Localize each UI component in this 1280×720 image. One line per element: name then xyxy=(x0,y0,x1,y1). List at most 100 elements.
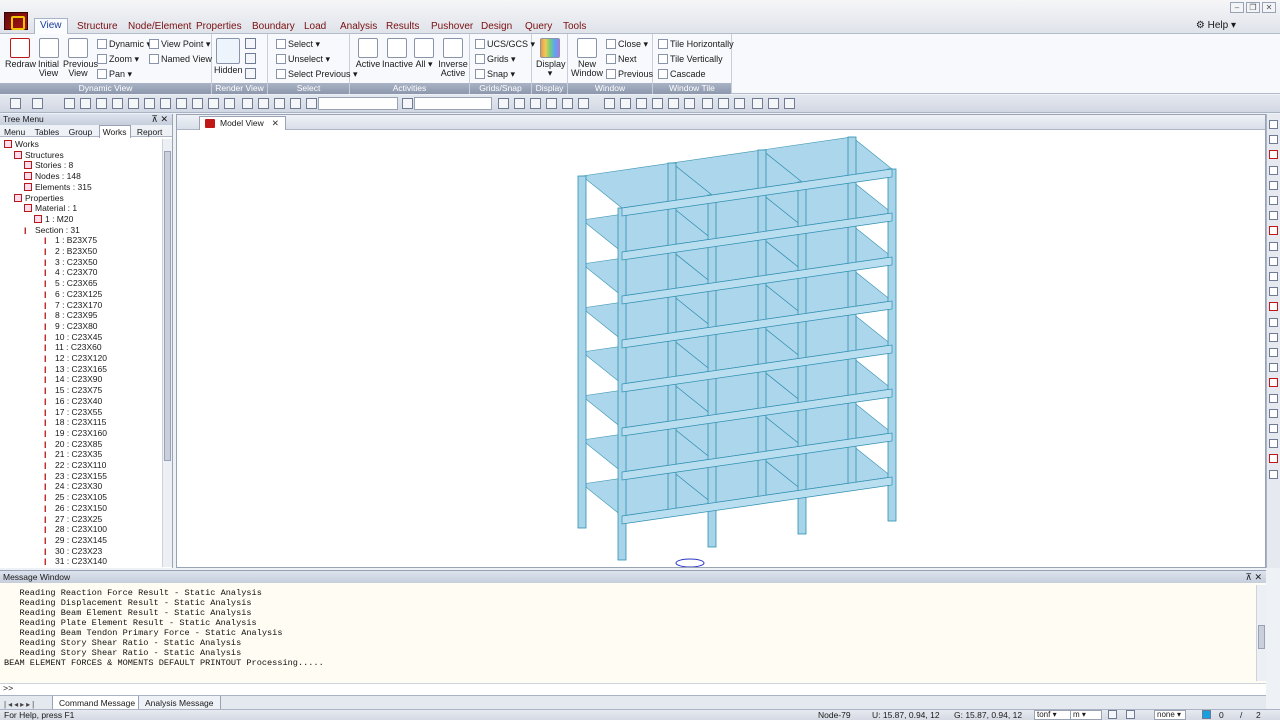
select-button[interactable]: Select ▾ xyxy=(276,39,320,50)
tree-item[interactable]: I 20 : C23X85 xyxy=(44,439,102,450)
shade-icon[interactable] xyxy=(652,98,663,109)
tree-item[interactable]: Nodes : 148 xyxy=(24,171,81,182)
tree-item[interactable]: I 22 : C23X110 xyxy=(44,460,106,471)
line-snap-icon[interactable] xyxy=(734,98,745,109)
zoom-in-icon[interactable] xyxy=(1269,150,1278,160)
tree-item[interactable]: I 6 : C23X125 xyxy=(44,289,102,300)
minimize-icon[interactable]: – xyxy=(1230,2,1244,13)
restore-icon[interactable]: ❐ xyxy=(1246,2,1260,13)
tree-item[interactable]: I 10 : C23X45 xyxy=(44,332,102,343)
zoom-out-icon[interactable] xyxy=(1269,165,1278,175)
close-icon[interactable]: ⊼ ✕ xyxy=(151,114,168,125)
next-window-button[interactable]: Next xyxy=(606,54,637,64)
tree-item[interactable]: Elements : 315 xyxy=(24,182,92,193)
grid-icon[interactable] xyxy=(1269,317,1278,327)
tree-item[interactable]: Material : 1 xyxy=(24,203,77,214)
tab-load[interactable]: Load xyxy=(304,20,326,34)
tab-results[interactable]: Results xyxy=(386,20,419,34)
new-window-button[interactable]: New Window xyxy=(571,38,603,78)
select-previous-button[interactable]: Select Previous ▾ xyxy=(276,69,358,80)
tree-item[interactable]: I 29 : C23X145 xyxy=(44,535,107,546)
tree-tab-menu[interactable]: Menu xyxy=(1,126,28,138)
tree-item[interactable]: I 30 : C23X23 xyxy=(44,546,102,557)
select-window-icon[interactable] xyxy=(258,98,269,109)
select-plane-icon[interactable] xyxy=(306,98,317,109)
help-menu[interactable]: ⚙ Help ▾ xyxy=(1196,20,1236,31)
redo-icon[interactable] xyxy=(32,98,43,109)
layer-icon[interactable] xyxy=(1269,348,1278,357)
zoom-button[interactable]: Zoom ▾ xyxy=(97,54,139,65)
print-icon[interactable] xyxy=(1269,408,1278,418)
save-icon[interactable] xyxy=(1269,424,1278,433)
message-scrollbar[interactable] xyxy=(1256,585,1266,681)
tree-item[interactable]: I 12 : C23X120 xyxy=(44,353,107,364)
tree-item[interactable]: I 3 : C23X50 xyxy=(44,257,98,268)
close-window-button[interactable]: Close ▾ xyxy=(606,39,648,50)
node-icon[interactable] xyxy=(1269,272,1278,281)
tab-boundary[interactable]: Boundary xyxy=(252,20,295,34)
hidden-toggle-icon[interactable] xyxy=(636,98,647,109)
translate-icon[interactable] xyxy=(768,98,779,109)
element-label-icon[interactable] xyxy=(514,98,525,109)
tree-item[interactable]: I 5 : C23X65 xyxy=(44,278,98,289)
view-top-icon[interactable] xyxy=(80,98,91,109)
info-icon[interactable] xyxy=(1269,332,1278,342)
view-left-icon[interactable] xyxy=(112,98,123,109)
front-icon[interactable] xyxy=(1269,211,1278,221)
render-icon[interactable] xyxy=(684,98,695,109)
named-view-button[interactable]: Named View xyxy=(149,54,212,64)
snap-point-icon[interactable] xyxy=(718,98,729,109)
copy-icon[interactable] xyxy=(752,98,763,109)
tree-item[interactable]: I 24 : C23X30 xyxy=(44,481,102,492)
tile-vertically-button[interactable]: Tile Vertically xyxy=(658,54,723,64)
status-tool-icon[interactable] xyxy=(1126,710,1135,719)
tree-item[interactable]: I 7 : C23X170 xyxy=(44,300,102,311)
tile-horizontally-button[interactable]: Tile Horizontally xyxy=(658,39,734,49)
tree-item[interactable]: I 31 : C23X140 xyxy=(44,556,107,567)
all-button[interactable]: All ▾ xyxy=(414,38,434,69)
select-single-icon[interactable] xyxy=(242,98,253,109)
active-button[interactable]: Active xyxy=(355,38,381,69)
tree-item[interactable]: I Section : 31 xyxy=(24,225,80,236)
redraw-button[interactable]: Redraw xyxy=(5,38,36,69)
scrollbar-thumb[interactable] xyxy=(1258,625,1265,649)
tool-icon[interactable] xyxy=(1269,454,1278,464)
tree-item[interactable]: Structures xyxy=(14,150,64,161)
command-input[interactable]: >> xyxy=(0,683,1266,695)
tree-item[interactable]: I 11 : C23X60 xyxy=(44,342,102,353)
tree-item[interactable]: I 14 : C23X90 xyxy=(44,374,102,385)
close-icon[interactable]: ⊼ ✕ xyxy=(1245,571,1262,583)
load-icon[interactable] xyxy=(562,98,573,109)
view-right-icon[interactable] xyxy=(128,98,139,109)
global-axis-icon[interactable] xyxy=(675,558,705,567)
camera-icon[interactable] xyxy=(1269,393,1278,403)
tree-item[interactable]: 1 : M20 xyxy=(34,214,73,225)
app-logo[interactable] xyxy=(4,12,28,30)
snap-button[interactable]: Snap ▾ xyxy=(475,69,515,80)
shading-icon[interactable] xyxy=(245,68,256,79)
perspective-icon[interactable] xyxy=(620,98,631,109)
light-icon[interactable] xyxy=(245,53,256,64)
tree-item[interactable]: I 16 : C23X40 xyxy=(44,396,102,407)
tree-scrollbar[interactable] xyxy=(162,139,172,567)
more-icon[interactable] xyxy=(1269,469,1278,479)
scrollbar-thumb[interactable] xyxy=(164,151,171,461)
structure-model[interactable] xyxy=(177,131,1265,567)
tab-pushover[interactable]: Pushover xyxy=(431,20,473,34)
select-intersect-icon[interactable] xyxy=(290,98,301,109)
tree-item[interactable]: I 26 : C23X150 xyxy=(44,503,107,514)
close-icon[interactable]: ✕ xyxy=(272,118,279,128)
render-option-icon[interactable] xyxy=(245,38,256,49)
right-icon[interactable] xyxy=(1269,241,1278,251)
tree-tab-tables[interactable]: Tables xyxy=(32,126,63,138)
initial-view-button[interactable]: Initial View xyxy=(35,38,62,78)
toolbar-more-icon[interactable] xyxy=(784,98,795,109)
tab-structure[interactable]: Structure xyxy=(77,20,118,34)
select-polygon-icon[interactable] xyxy=(274,98,285,109)
tab-tools[interactable]: Tools xyxy=(563,20,586,34)
tab-analysis-message[interactable]: Analysis Message xyxy=(138,696,221,710)
selection-input[interactable] xyxy=(318,97,398,110)
tab-model-view[interactable]: Model View ✕ xyxy=(199,116,286,130)
show-icon[interactable] xyxy=(1269,135,1278,145)
dynamic-button[interactable]: Dynamic ▾ xyxy=(97,39,151,50)
